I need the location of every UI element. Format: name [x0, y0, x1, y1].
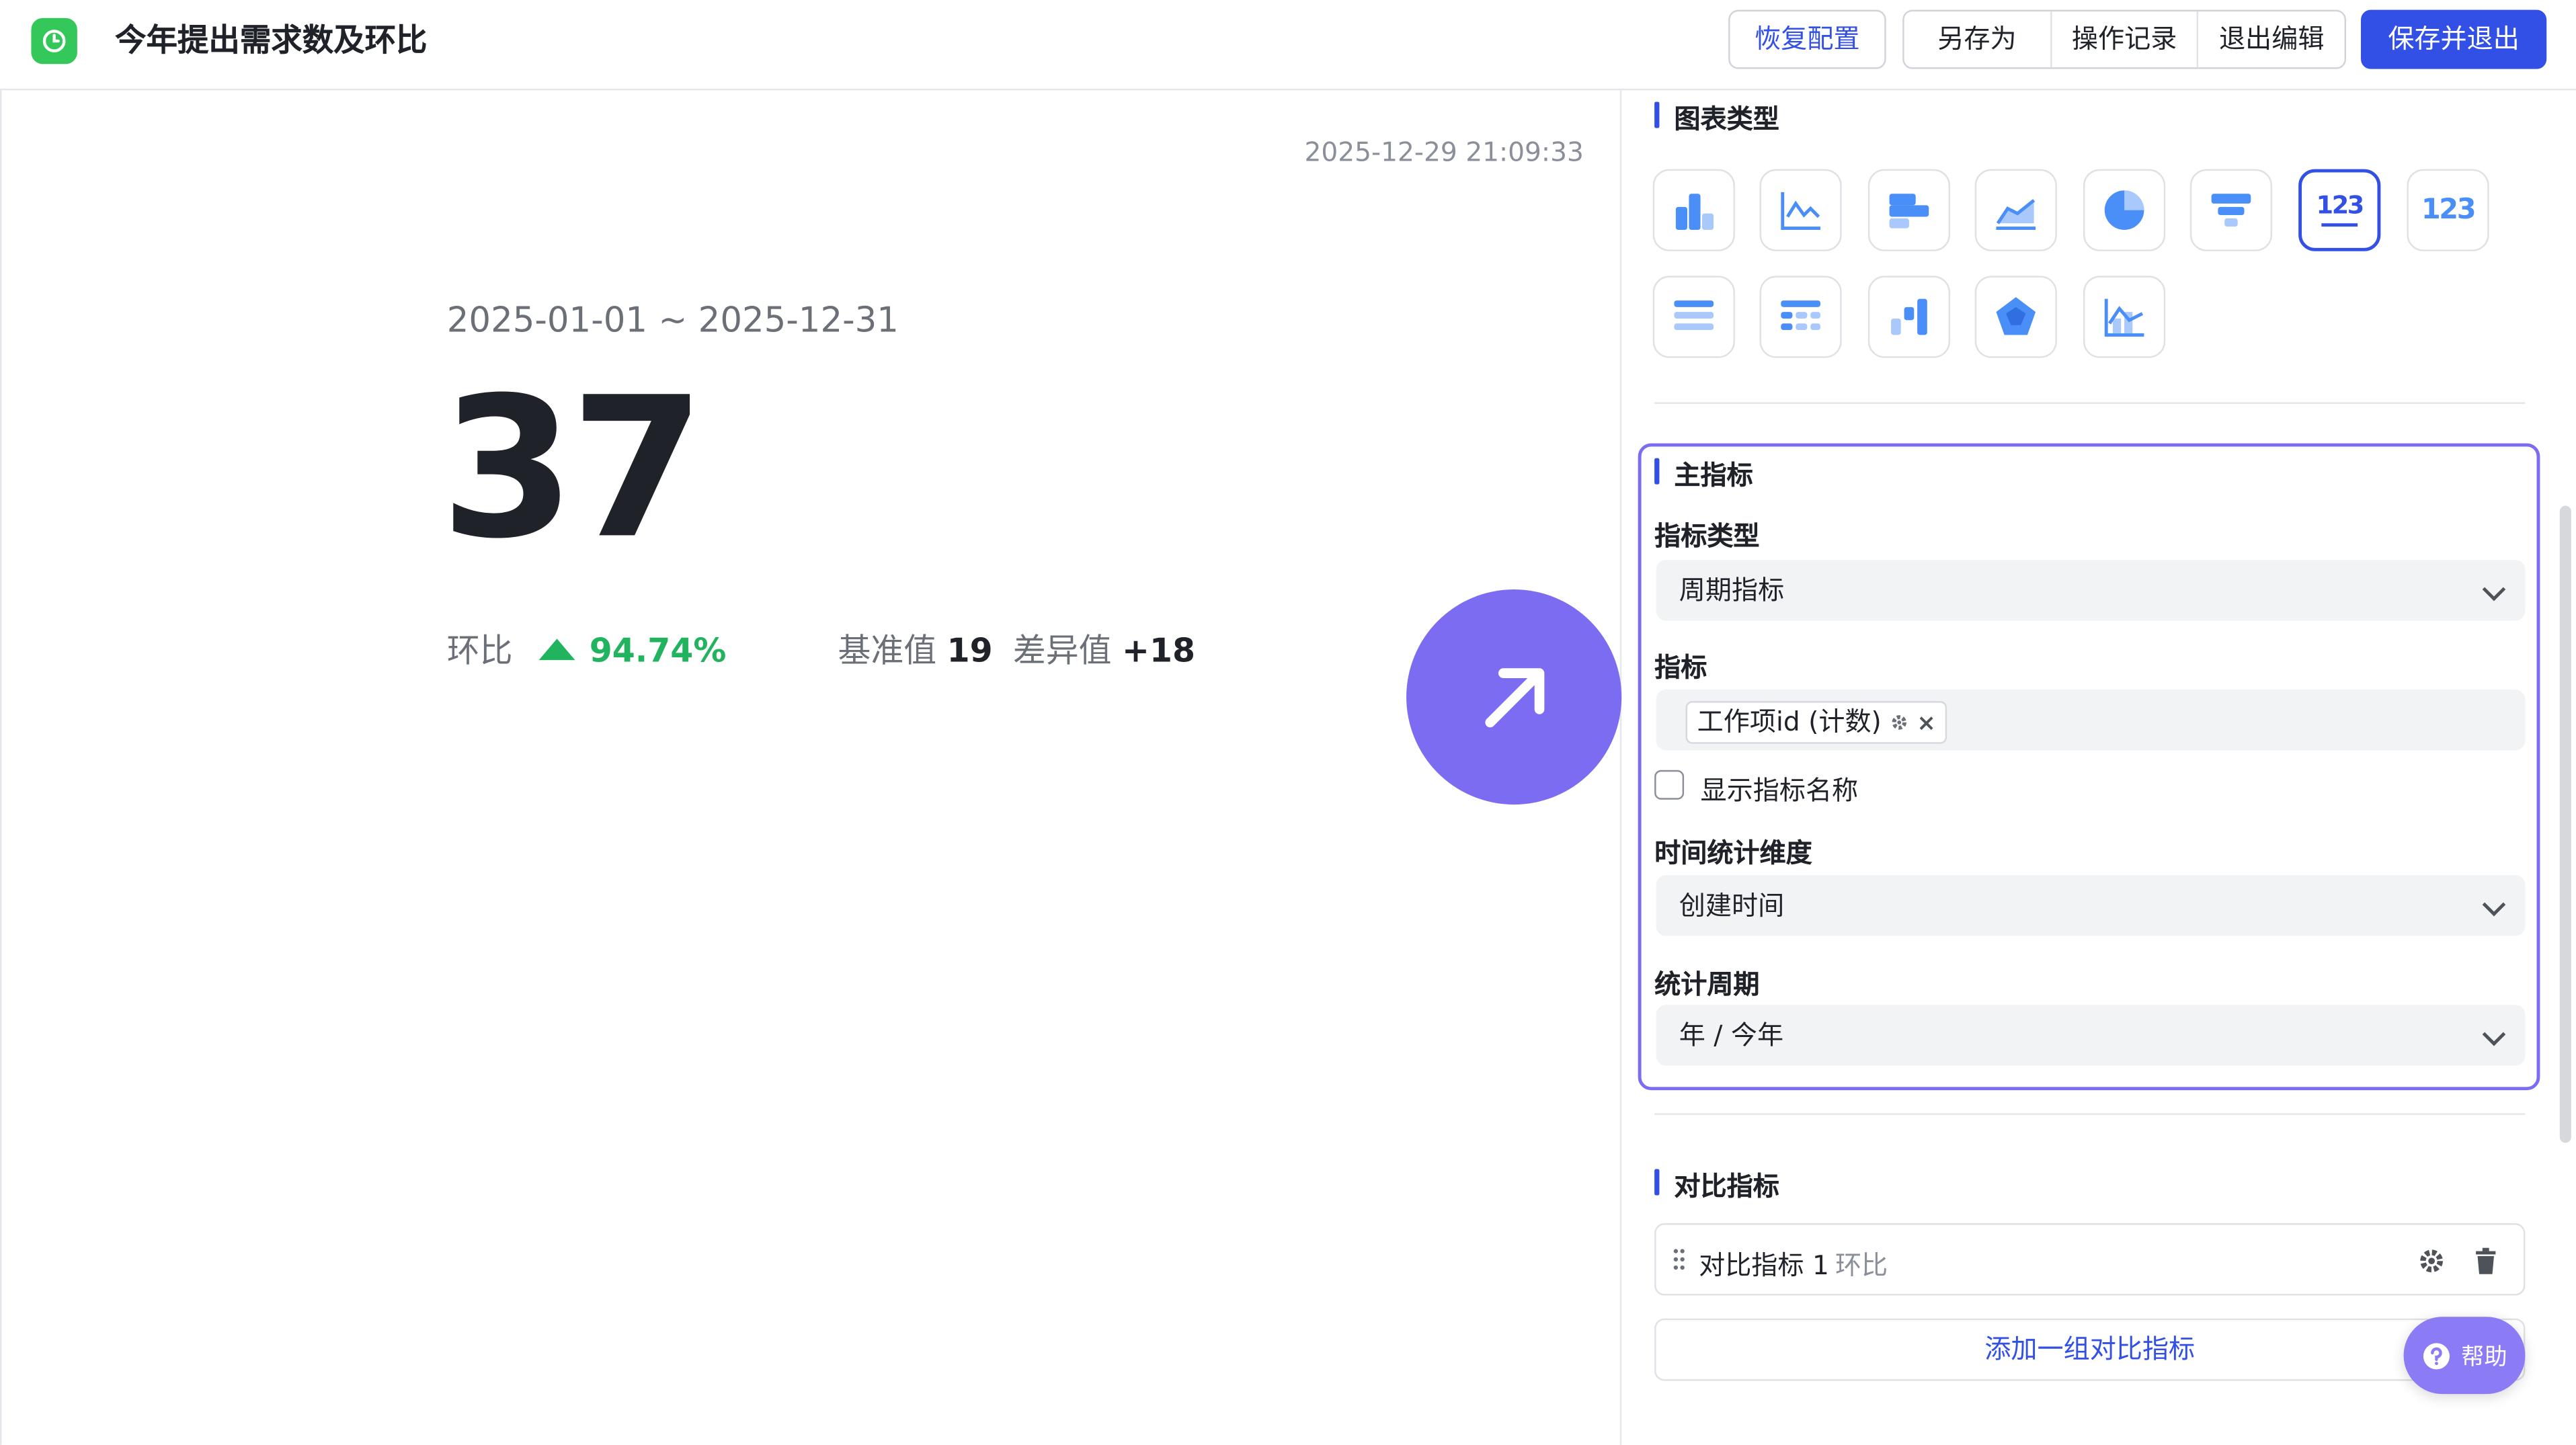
chart-type-metric-card[interactable]: 123 [2298, 169, 2381, 251]
chart-type-pie[interactable] [2083, 169, 2166, 251]
chart-type-heading: 图表类型 [1654, 97, 1779, 136]
save-as-button[interactable]: 另存为 [1904, 11, 2052, 68]
chart-preview-panel [0, 90, 1622, 1445]
show-metric-name-checkbox[interactable] [1654, 770, 1685, 800]
up-triangle-icon [539, 638, 576, 661]
divider [1654, 1113, 2526, 1115]
main-metric-section [1638, 443, 2540, 1091]
chart-type-bar[interactable] [1652, 169, 1735, 251]
period-value: 年 / 今年 [1679, 1020, 1784, 1051]
arrow-up-right-icon [1484, 667, 1544, 727]
expand-arrow-button[interactable] [1406, 589, 1622, 805]
chart-type-radar[interactable] [1974, 276, 2057, 358]
metric-value: 37 [440, 354, 705, 581]
metric-tag: 工作项id (计数) [1685, 701, 1947, 744]
horizontal-bar-icon [1889, 194, 1929, 229]
date-range: 2025-01-01 ~ 2025-12-31 [446, 300, 899, 340]
chevron-down-icon [2482, 1022, 2506, 1046]
chart-type-horizontal-bar[interactable] [1867, 169, 1951, 251]
trash-icon[interactable] [2472, 1246, 2499, 1276]
baseline-diff: 基准值 19 差异值 +18 [838, 624, 1195, 671]
add-compare-metric-button[interactable]: 添加一组对比指标 [1654, 1318, 2526, 1381]
chart-type-number[interactable]: 123 [2407, 169, 2489, 251]
close-icon[interactable] [1918, 713, 1936, 731]
combo-chart-icon [2104, 298, 2144, 337]
metric-type-select[interactable]: 周期指标 [1656, 560, 2526, 621]
help-button[interactable]: 帮助 [2403, 1317, 2526, 1395]
update-timestamp: 2025-12-29 21:09:33 [1304, 136, 1584, 168]
divider [1654, 402, 2526, 404]
scrollbar[interactable] [2559, 505, 2571, 1143]
period-label: 统计周期 [1654, 968, 1760, 1000]
pie-chart-icon [2104, 190, 2144, 231]
baseline-label: 基准值 [838, 630, 937, 670]
show-metric-name-label: 显示指标名称 [1700, 775, 1859, 807]
compare-item-name: 对比指标 1 [1699, 1249, 1829, 1281]
diff-label: 差异值 [1012, 630, 1112, 670]
pivot-table-icon [1781, 300, 1820, 331]
page-title: 今年提出需求数及环比 [115, 23, 428, 59]
restore-config-button[interactable]: 恢复配置 [1728, 9, 1886, 69]
funnel-chart-icon [2211, 194, 2251, 227]
waterfall-icon [1891, 298, 1927, 335]
chart-type-area[interactable] [1974, 169, 2057, 251]
baseline-value: 19 [947, 630, 993, 670]
radar-chart-icon [1996, 297, 2036, 335]
chevron-down-icon [2482, 577, 2506, 602]
metric-type-label: 指标类型 [1654, 520, 1760, 552]
chevron-down-icon [2482, 893, 2506, 917]
chart-type-funnel[interactable] [2189, 169, 2273, 251]
chart-type-waterfall[interactable] [1867, 276, 1951, 358]
compare-metric-heading: 对比指标 [1654, 1164, 1779, 1204]
area-chart-icon [1996, 199, 2036, 231]
exit-edit-button[interactable]: 退出编辑 [2199, 11, 2345, 67]
chart-type-combo[interactable] [2083, 276, 2166, 358]
chart-type-list-table[interactable] [1652, 276, 1735, 358]
gear-icon[interactable] [2417, 1246, 2446, 1276]
period-select[interactable]: 年 / 今年 [1656, 1005, 2526, 1066]
action-button-group: 另存为 操作记录 退出编辑 [1902, 9, 2347, 69]
help-label: 帮助 [2461, 1344, 2507, 1370]
chart-type-line[interactable] [1759, 169, 1842, 251]
line-chart-icon [1781, 192, 1820, 231]
drag-handle-icon[interactable] [1673, 1248, 1686, 1271]
history-button[interactable]: 操作记录 [2052, 11, 2199, 68]
question-icon [2423, 1342, 2450, 1369]
compare-item-type: 环比 [1835, 1249, 1888, 1281]
metric-card-icon-label: 123 [2316, 190, 2365, 220]
number-icon: 123 [2421, 194, 2477, 227]
list-table-icon [1674, 300, 1714, 331]
gear-icon[interactable] [1890, 712, 1909, 732]
time-dimension-label: 时间统计维度 [1654, 837, 1812, 869]
chart-type-pivot-table[interactable] [1759, 276, 1842, 358]
mom-value: 94.74% [589, 630, 727, 670]
metric-type-value: 周期指标 [1679, 575, 1785, 606]
main-metric-heading: 主指标 [1654, 453, 1753, 493]
compare-metric-item[interactable]: 对比指标 1 环比 [1654, 1223, 2526, 1296]
diff-value: +18 [1122, 630, 1196, 670]
mom-label: 环比 [446, 630, 513, 670]
bar-chart-icon [1675, 194, 1714, 231]
metric-tag-label: 工作项id (计数) [1697, 706, 1882, 737]
time-dimension-select[interactable]: 创建时间 [1656, 875, 2526, 936]
mom-comparison: 环比 94.74% [447, 624, 727, 671]
save-and-exit-button[interactable]: 保存并退出 [2361, 9, 2547, 69]
app-clock-icon [31, 17, 77, 65]
metric-card-icon: 123 [2316, 190, 2365, 227]
metric-label: 指标 [1654, 651, 1707, 684]
time-dimension-value: 创建时间 [1679, 890, 1785, 921]
